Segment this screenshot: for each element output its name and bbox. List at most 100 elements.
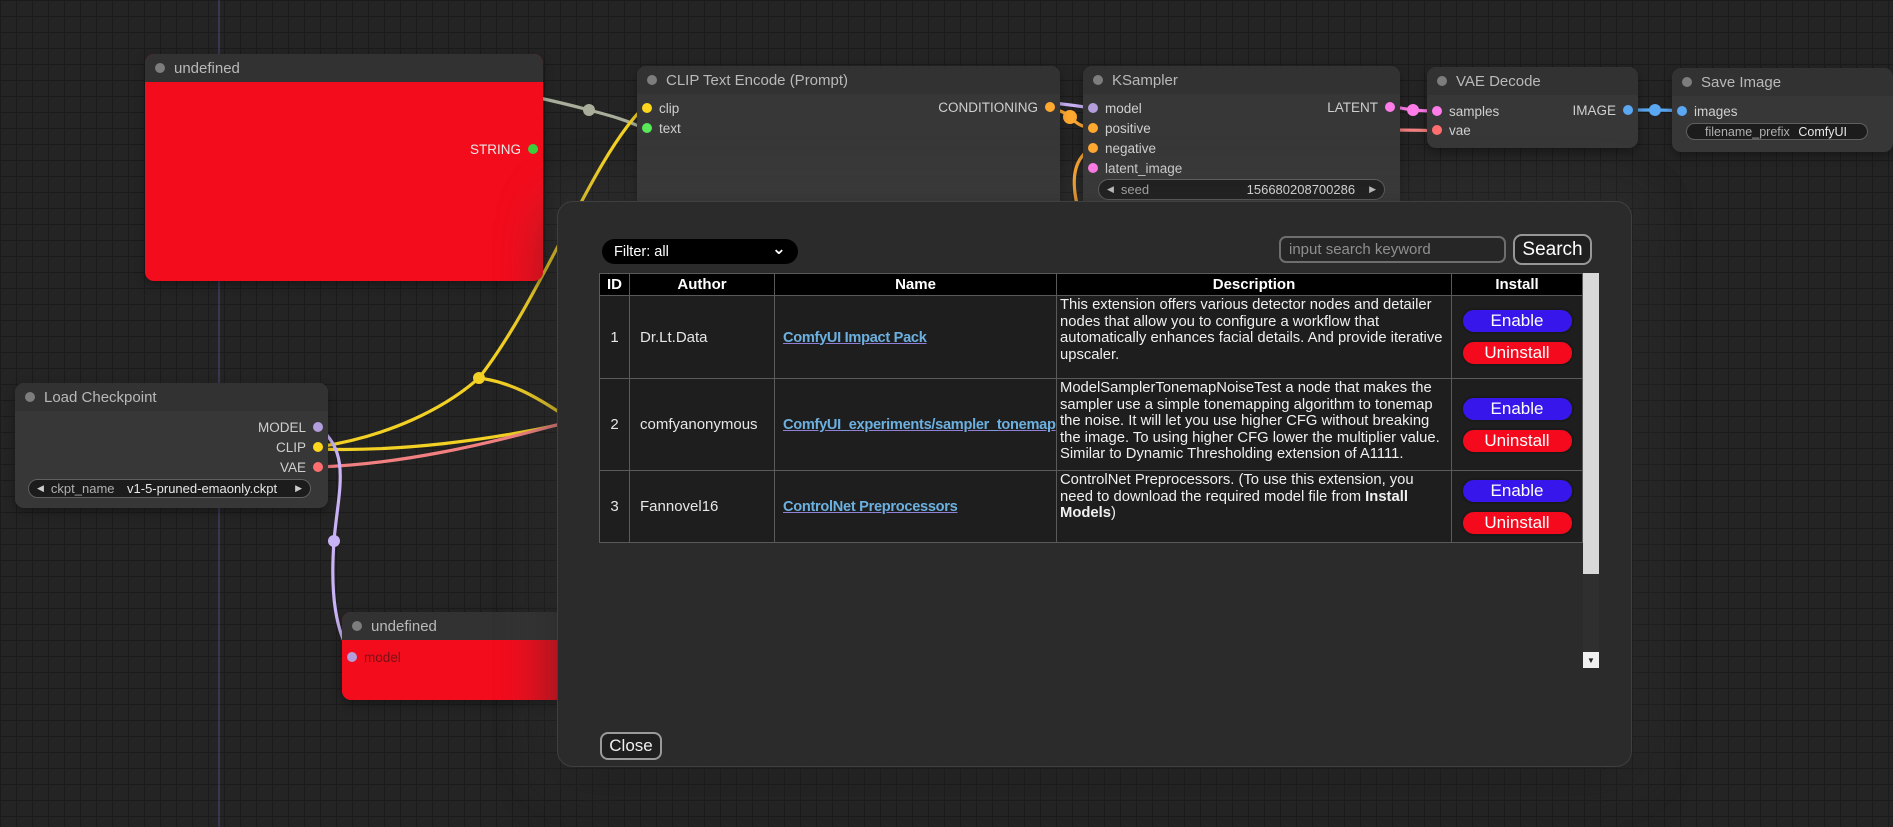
input-slot-negative[interactable]: negative (1088, 138, 1156, 158)
input-slot-vae[interactable]: vae (1432, 120, 1471, 140)
input-slot-text[interactable]: text (642, 118, 681, 138)
slot-dot[interactable] (1088, 123, 1098, 133)
node-collapse-dot[interactable] (155, 63, 165, 73)
output-slot-conditioning[interactable]: CONDITIONING (938, 97, 1055, 117)
table-header-row: IDAuthorNameDescriptionInstall (600, 274, 1583, 296)
input-slot-model[interactable]: model (347, 647, 401, 667)
input-slot-positive[interactable]: positive (1088, 118, 1151, 138)
column-header: Name (775, 274, 1057, 296)
extension-author: Dr.Lt.Data (630, 296, 775, 379)
output-slot-clip[interactable]: CLIP (276, 437, 323, 457)
extension-install-cell: Enable Uninstall (1452, 471, 1583, 543)
column-header: Description (1057, 274, 1452, 296)
ckpt-name-widget[interactable]: ◀ ckpt_name v1-5-pruned-emaonly.ckpt ▶ (28, 479, 311, 498)
slot-dot[interactable] (313, 422, 323, 432)
slot-dot[interactable] (642, 123, 652, 133)
node-title-bar: KSampler (1083, 66, 1400, 94)
output-slot-latent[interactable]: LATENT (1327, 97, 1395, 117)
table-row: 1 Dr.Lt.Data ComfyUI Impact Pack This ex… (600, 296, 1583, 379)
widget-left-arrow-icon[interactable]: ◀ (37, 483, 44, 494)
enable-button[interactable]: Enable (1461, 396, 1574, 422)
column-header: Author (630, 274, 775, 296)
node-load-checkpoint[interactable]: Load Checkpoint MODEL CLIP VAE ◀ ckpt_na… (15, 383, 328, 508)
node-undefined-bottom[interactable]: undefined model (342, 612, 582, 700)
column-header: ID (600, 274, 630, 296)
node-title: CLIP Text Encode (Prompt) (666, 72, 848, 89)
node-collapse-dot[interactable] (647, 75, 657, 85)
slot-dot[interactable] (528, 144, 538, 154)
slot-dot[interactable] (313, 442, 323, 452)
widget-right-arrow-icon[interactable]: ▶ (1369, 184, 1376, 195)
slot-dot[interactable] (1432, 106, 1442, 116)
enable-button[interactable]: Enable (1461, 308, 1574, 334)
extension-name-link[interactable]: ComfyUI_experiments/sampler_tonemap (783, 417, 1056, 433)
slot-dot[interactable] (1088, 103, 1098, 113)
extension-description: ControlNet Preprocessors. (To use this e… (1057, 471, 1452, 543)
table-row: 3 Fannovel16 ControlNet Preprocessors Co… (600, 471, 1583, 543)
node-title: undefined (371, 618, 437, 635)
enable-button[interactable]: Enable (1461, 478, 1574, 504)
extension-name-link[interactable]: ControlNet Preprocessors (783, 499, 957, 515)
search-input[interactable] (1279, 236, 1506, 263)
table-scrollbar[interactable]: ▼ (1583, 273, 1599, 668)
extension-author: comfyanonymous (630, 379, 775, 471)
slot-dot[interactable] (1045, 102, 1055, 112)
slot-dot[interactable] (1677, 106, 1687, 116)
node-save-image[interactable]: Save Image images filename_prefix ComfyU… (1672, 68, 1893, 152)
input-slot-samples[interactable]: samples (1432, 101, 1499, 121)
widget-left-arrow-icon[interactable]: ◀ (1107, 184, 1114, 195)
chevron-down-icon: ⌄ (772, 244, 786, 254)
seed-widget[interactable]: ◀ seed 156680208700286 ▶ (1098, 179, 1385, 200)
slot-dot[interactable] (1088, 143, 1098, 153)
node-collapse-dot[interactable] (1093, 75, 1103, 85)
slot-dot[interactable] (1432, 125, 1442, 135)
search-button[interactable]: Search (1513, 234, 1592, 265)
slot-dot[interactable] (347, 652, 357, 662)
close-button[interactable]: Close (600, 732, 662, 760)
node-ksampler[interactable]: KSampler model positive negative latent_… (1083, 66, 1400, 216)
output-slot-vae[interactable]: VAE (280, 457, 323, 477)
node-title: Load Checkpoint (44, 389, 157, 406)
extension-name-link[interactable]: ComfyUI Impact Pack (783, 330, 927, 346)
widget-right-arrow-icon[interactable]: ▶ (295, 483, 302, 494)
node-title: Save Image (1701, 74, 1781, 91)
input-slot-model[interactable]: model (1088, 98, 1142, 118)
node-title-bar: Load Checkpoint (15, 383, 328, 411)
output-slot-image[interactable]: IMAGE (1572, 100, 1633, 120)
node-title-bar: VAE Decode (1427, 67, 1638, 95)
node-collapse-dot[interactable] (352, 621, 362, 631)
node-collapse-dot[interactable] (1437, 76, 1447, 86)
node-undefined-top[interactable]: undefined STRING (145, 54, 543, 281)
extension-description: This extension offers various detector n… (1057, 296, 1452, 379)
filter-select[interactable]: Filter: all ⌄ (602, 239, 798, 264)
node-title-bar: CLIP Text Encode (Prompt) (637, 66, 1060, 94)
node-vae-decode[interactable]: VAE Decode samples vae IMAGE (1427, 67, 1638, 148)
scrollbar-thumb[interactable] (1583, 273, 1599, 574)
input-slot-clip[interactable]: clip (642, 98, 679, 118)
node-title-bar: undefined (145, 54, 543, 82)
custom-nodes-manager-dialog: Filter: all ⌄ Search IDAuthorNameDescrip… (557, 201, 1632, 767)
slot-dot[interactable] (1385, 102, 1395, 112)
extension-author: Fannovel16 (630, 471, 775, 543)
slot-dot[interactable] (1623, 105, 1633, 115)
extension-description: ModelSamplerTonemapNoiseTest a node that… (1057, 379, 1452, 471)
uninstall-button[interactable]: Uninstall (1461, 340, 1574, 366)
input-slot-latent-image[interactable]: latent_image (1088, 158, 1182, 178)
node-graph-canvas[interactable]: undefined STRING CLIP Text Encode (Promp… (0, 0, 1893, 827)
uninstall-button[interactable]: Uninstall (1461, 428, 1574, 454)
node-title: undefined (174, 60, 240, 77)
output-slot-string[interactable]: STRING (470, 139, 538, 159)
scroll-down-arrow-icon[interactable]: ▼ (1583, 652, 1599, 668)
uninstall-button[interactable]: Uninstall (1461, 510, 1574, 536)
slot-dot[interactable] (313, 462, 323, 472)
node-collapse-dot[interactable] (1682, 77, 1692, 87)
slot-dot[interactable] (1088, 163, 1098, 173)
node-clip-text-encode[interactable]: CLIP Text Encode (Prompt) clip text COND… (637, 66, 1060, 216)
extensions-table-area: IDAuthorNameDescriptionInstall 1 Dr.Lt.D… (599, 273, 1599, 668)
node-collapse-dot[interactable] (25, 392, 35, 402)
extension-id: 3 (600, 471, 630, 543)
output-slot-model[interactable]: MODEL (258, 417, 323, 437)
filename-prefix-widget[interactable]: filename_prefix ComfyUI (1686, 123, 1868, 140)
slot-dot[interactable] (642, 103, 652, 113)
input-slot-images[interactable]: images (1677, 101, 1738, 121)
